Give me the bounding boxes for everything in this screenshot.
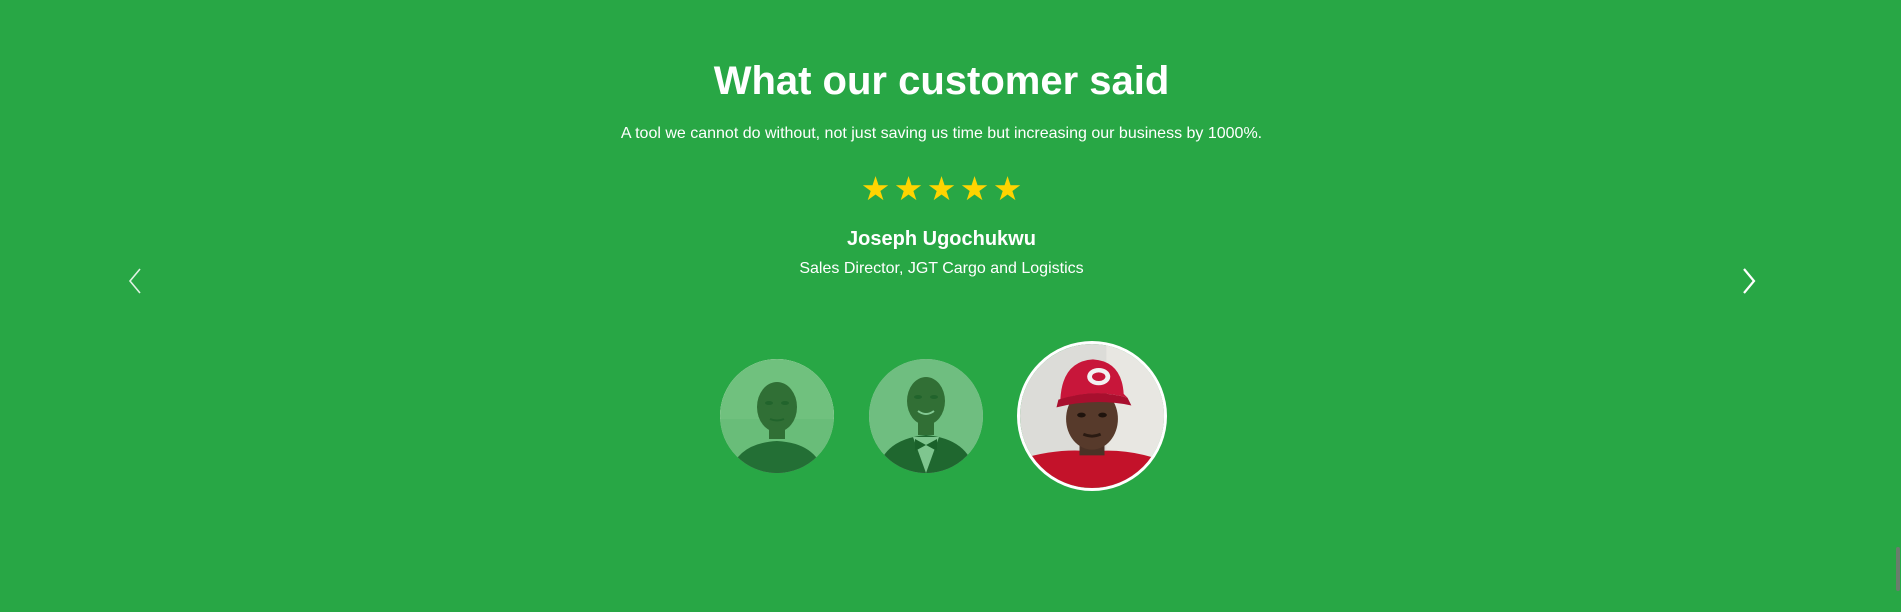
star-icon: ★ <box>893 169 924 208</box>
chevron-right-icon <box>1743 268 1756 294</box>
section-title: What our customer said <box>713 59 1170 103</box>
chevron-left-icon <box>128 268 141 294</box>
customer-photo-3 <box>1020 344 1164 488</box>
next-slide-button[interactable] <box>1734 266 1762 298</box>
testimonial-author-role: Sales Director, JGT Cargo and Logistics <box>799 260 1084 277</box>
customer-avatar-2[interactable] <box>869 359 983 473</box>
star-icon: ★ <box>926 169 957 208</box>
star-icon: ★ <box>992 169 1023 208</box>
star-icon: ★ <box>860 169 891 208</box>
testimonial-quote: A tool we cannot do without, not just sa… <box>620 125 1263 142</box>
testimonial-author-name: Joseph Ugochukwu <box>847 228 1036 250</box>
customer-avatar-1[interactable] <box>720 359 834 473</box>
previous-slide-button[interactable] <box>122 266 150 298</box>
testimonials-section: What our customer said A tool we cannot … <box>0 0 1901 612</box>
star-icon: ★ <box>959 169 990 208</box>
page-scrollbar[interactable] <box>1896 547 1900 591</box>
star-rating: ★ ★ ★ ★ ★ <box>0 171 1883 207</box>
customer-avatar-3[interactable] <box>1017 341 1167 491</box>
